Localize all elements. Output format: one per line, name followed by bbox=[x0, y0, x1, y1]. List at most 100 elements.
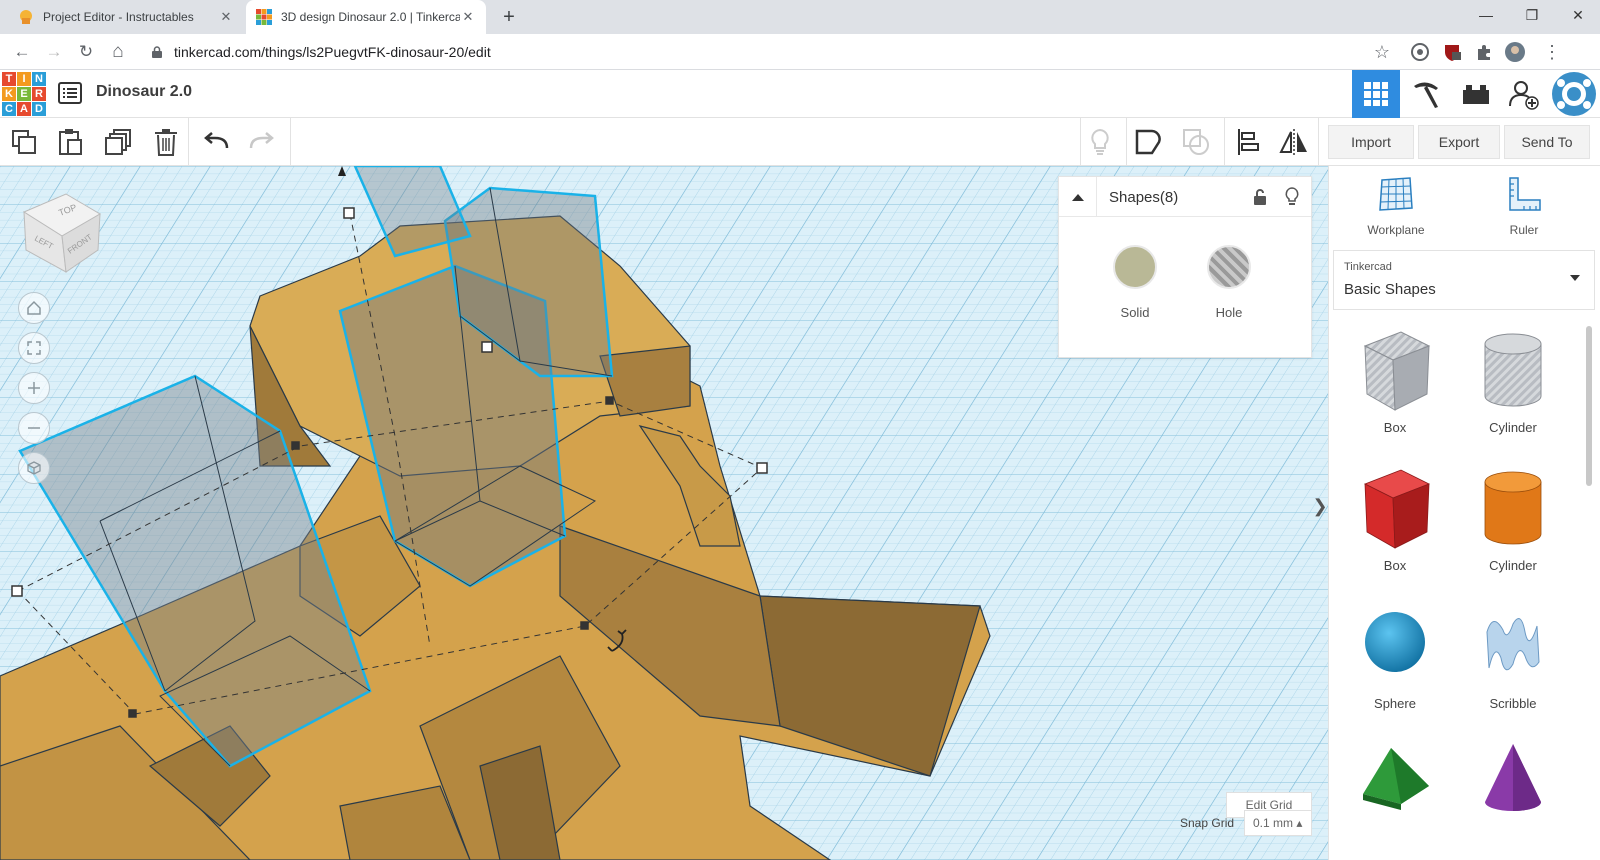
import-button[interactable]: Import bbox=[1328, 125, 1414, 159]
send-to-button[interactable]: Send To bbox=[1504, 125, 1590, 159]
user-avatar[interactable] bbox=[1550, 70, 1598, 118]
undo-icon bbox=[204, 132, 229, 149]
logo-letter: R bbox=[32, 87, 46, 101]
reload-button[interactable]: ↻ bbox=[74, 40, 98, 64]
home-button[interactable]: ⌂ bbox=[106, 40, 130, 64]
3d-workspace[interactable]: TOP LEFT FRONT Shapes(8) Solid Hole Edit… bbox=[0, 166, 1328, 860]
ublock-extension-icon[interactable] bbox=[1442, 42, 1462, 62]
shape-label: Cylinder bbox=[1489, 558, 1537, 573]
fit-view-button[interactable] bbox=[18, 332, 50, 364]
shape-label: Scribble bbox=[1489, 696, 1537, 711]
browser-tab-instructables[interactable]: Project Editor - Instructables ✕ bbox=[8, 0, 244, 34]
basic-shapes-grid: Box Cylinder Box Cylinder Sphere Scribbl… bbox=[1329, 318, 1595, 860]
brick-icon bbox=[1463, 85, 1489, 104]
browser-tab-strip: Project Editor - Instructables ✕ 3D desi… bbox=[0, 0, 1600, 34]
back-button[interactable]: ← bbox=[10, 40, 34, 64]
url-omnibox[interactable]: tinkercad.com/things/ls2PuegvtFK-dinosau… bbox=[140, 38, 1416, 66]
group-button[interactable] bbox=[1132, 126, 1164, 158]
logo-letter: I bbox=[17, 72, 31, 86]
export-button[interactable]: Export bbox=[1418, 125, 1500, 159]
shape-pyramid[interactable] bbox=[1335, 738, 1455, 860]
minus-icon bbox=[28, 427, 40, 429]
zoom-out-button[interactable] bbox=[18, 412, 50, 444]
window-close-button[interactable]: ✕ bbox=[1556, 0, 1600, 30]
browser-menu-icon[interactable]: ⋮ bbox=[1540, 40, 1564, 64]
lightbulb-icon[interactable] bbox=[1285, 187, 1299, 207]
copy-button[interactable] bbox=[8, 126, 40, 158]
tab-close-icon[interactable]: ✕ bbox=[218, 9, 234, 25]
tinkercad-logo[interactable]: T I N K E R C A D bbox=[2, 72, 46, 116]
library-source-label: Tinkercad bbox=[1344, 261, 1392, 273]
workplane-tool[interactable]: Workplane bbox=[1351, 176, 1441, 246]
puzzle-extensions-icon[interactable] bbox=[1474, 42, 1494, 62]
shape-cone[interactable] bbox=[1453, 738, 1573, 860]
hole-swatch[interactable] bbox=[1207, 245, 1251, 289]
new-tab-button[interactable]: + bbox=[496, 4, 522, 30]
delete-button[interactable] bbox=[150, 126, 182, 158]
3d-design-view-button[interactable] bbox=[1352, 70, 1400, 118]
zoom-in-button[interactable] bbox=[18, 372, 50, 404]
shapes-sidebar: Workplane Ruler Tinkercad Basic Shapes B… bbox=[1328, 166, 1600, 860]
tab-close-icon[interactable]: ✕ bbox=[460, 9, 476, 25]
toolbar-separator bbox=[1318, 118, 1319, 166]
forward-button[interactable]: → bbox=[42, 40, 66, 64]
show-all-button[interactable] bbox=[1084, 126, 1116, 158]
solid-label: Solid bbox=[1120, 305, 1150, 320]
lock-icon[interactable] bbox=[1253, 188, 1267, 206]
tab-title: Project Editor - Instructables bbox=[43, 10, 194, 24]
perspective-cube-icon bbox=[27, 461, 41, 475]
home-icon bbox=[27, 300, 41, 315]
mirror-button[interactable] bbox=[1278, 126, 1310, 158]
home-view-button[interactable] bbox=[18, 292, 50, 324]
blocks-view-button[interactable] bbox=[1402, 70, 1450, 118]
add-user-icon bbox=[1509, 81, 1539, 110]
sidebar-scrollbar[interactable] bbox=[1586, 326, 1592, 486]
minimize-button[interactable]: — bbox=[1464, 0, 1508, 30]
redo-button[interactable] bbox=[246, 126, 278, 158]
bookmark-star-icon[interactable]: ☆ bbox=[1370, 40, 1394, 64]
shape-box[interactable]: Box bbox=[1335, 464, 1455, 594]
sidebar-collapse-arrow[interactable]: ❯ bbox=[1312, 486, 1328, 526]
invite-user-button[interactable] bbox=[1500, 70, 1548, 118]
solid-color-swatch[interactable] bbox=[1113, 245, 1157, 289]
scribble-icon bbox=[1486, 618, 1540, 671]
workplane-label: Workplane bbox=[1367, 223, 1425, 237]
snap-grid-select[interactable]: 0.1 mm ▴ bbox=[1244, 810, 1312, 836]
maximize-button[interactable]: ❐ bbox=[1510, 0, 1554, 30]
extension-circle-icon[interactable] bbox=[1410, 42, 1430, 62]
browser-tab-tinkercad[interactable]: 3D design Dinosaur 2.0 | Tinkercad ✕ bbox=[246, 0, 486, 34]
paste-button[interactable] bbox=[54, 126, 86, 158]
duplicate-button[interactable] bbox=[102, 126, 134, 158]
shape-scribble[interactable]: Scribble bbox=[1453, 602, 1573, 732]
align-button[interactable] bbox=[1232, 126, 1264, 158]
profile-avatar-icon[interactable] bbox=[1504, 41, 1526, 63]
shape-label: Box bbox=[1383, 420, 1407, 435]
shape-cylinder-hole[interactable]: Cylinder bbox=[1453, 326, 1573, 456]
inspector-header: Shapes(8) bbox=[1059, 177, 1311, 217]
toolbar-separator bbox=[1126, 118, 1127, 166]
trash-icon bbox=[155, 129, 177, 156]
chevron-up-icon bbox=[1071, 194, 1084, 201]
logo-letter: A bbox=[17, 102, 31, 116]
design-list-menu-icon[interactable] bbox=[58, 82, 82, 104]
tinkercad-favicon-icon bbox=[256, 9, 272, 25]
inspector-collapse-button[interactable] bbox=[1059, 177, 1097, 217]
view-cube[interactable]: TOP LEFT FRONT bbox=[20, 184, 104, 274]
browser-address-bar: ← → ↻ ⌂ tinkercad.com/things/ls2PuegvtFK… bbox=[0, 34, 1600, 70]
shape-cylinder[interactable]: Cylinder bbox=[1453, 464, 1573, 594]
ruler-tool[interactable]: Ruler bbox=[1479, 176, 1569, 246]
pickaxe-icon bbox=[1414, 82, 1438, 108]
bricks-view-button[interactable] bbox=[1452, 70, 1500, 118]
group-icon bbox=[1135, 129, 1161, 155]
snap-grid-label: Snap Grid bbox=[1180, 816, 1235, 830]
library-name-label: Basic Shapes bbox=[1344, 281, 1436, 298]
perspective-button[interactable] bbox=[18, 452, 50, 484]
shape-label: Cylinder bbox=[1489, 420, 1537, 435]
lock-icon bbox=[152, 46, 162, 58]
shape-sphere[interactable]: Sphere bbox=[1335, 602, 1455, 732]
shape-library-select[interactable]: Tinkercad Basic Shapes bbox=[1333, 250, 1595, 310]
design-title[interactable]: Dinosaur 2.0 bbox=[96, 83, 192, 101]
ungroup-button[interactable] bbox=[1180, 126, 1212, 158]
shape-box-hole[interactable]: Box bbox=[1335, 326, 1455, 456]
undo-button[interactable] bbox=[200, 126, 232, 158]
